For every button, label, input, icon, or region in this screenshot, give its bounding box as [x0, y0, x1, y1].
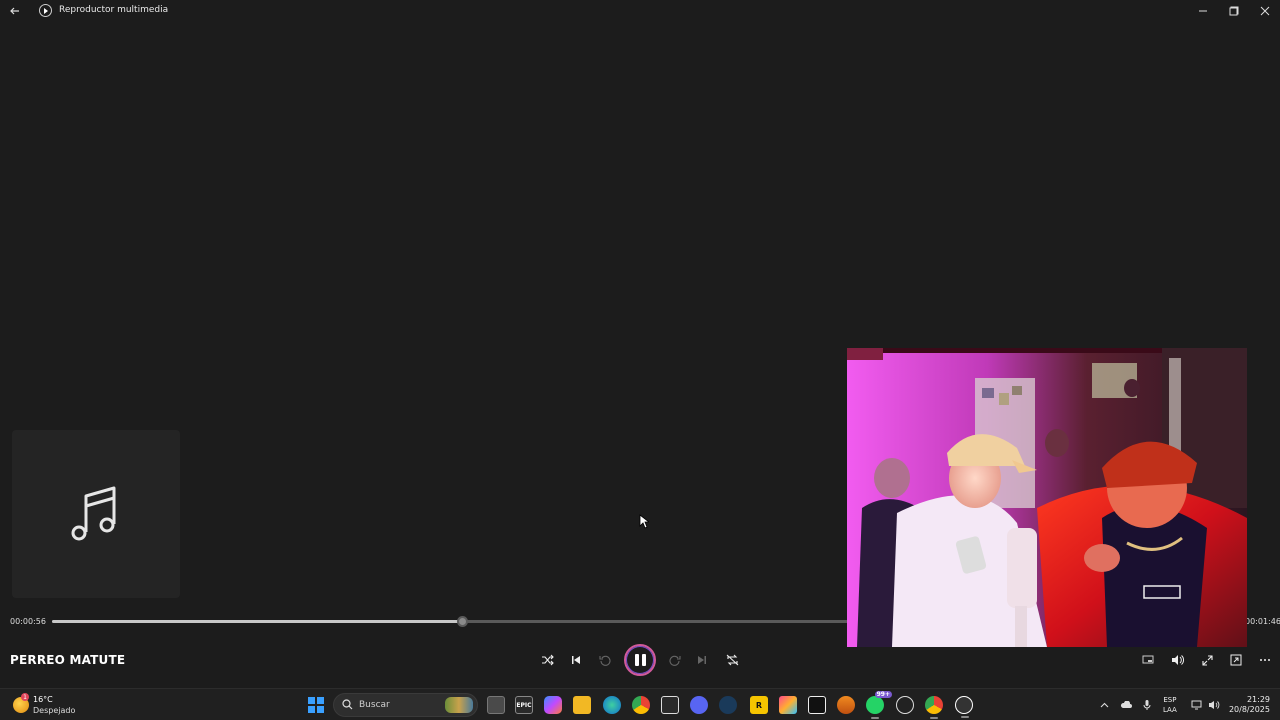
microsoft-store-icon[interactable]: [661, 696, 679, 714]
chevron-up-icon[interactable]: [1097, 698, 1111, 712]
task-view-icon[interactable]: [487, 696, 505, 714]
epic-games-icon[interactable]: EPIC: [515, 696, 533, 714]
photos-icon[interactable]: [779, 696, 797, 714]
taskbar-search[interactable]: Buscar: [333, 693, 478, 717]
volume-button[interactable]: [1167, 650, 1187, 670]
fl-studio-icon[interactable]: [837, 696, 855, 714]
clock-time: 21:29: [1246, 695, 1270, 704]
rewind-10-button[interactable]: [595, 650, 615, 670]
mouse-cursor-icon: [639, 514, 651, 533]
language-code: ESP: [1163, 696, 1177, 704]
weather-temperature: 16°C: [33, 695, 53, 704]
repeat-button[interactable]: [722, 650, 742, 670]
skip-next-icon: [698, 656, 706, 664]
expand-icon: [1201, 654, 1213, 666]
back-arrow-icon[interactable]: [9, 3, 23, 19]
window-title: Reproductor multimedia: [59, 5, 169, 15]
whatsapp-icon[interactable]: 99+: [866, 691, 892, 719]
minimize-button[interactable]: [1188, 0, 1218, 22]
maximize-button[interactable]: [1219, 0, 1249, 22]
weather-description: Despejado: [33, 706, 76, 715]
whatsapp-badge: 99+: [874, 691, 892, 698]
media-player-app-icon: [39, 4, 52, 17]
capcut-icon[interactable]: [808, 696, 826, 714]
keyboard-layout: LAA: [1163, 706, 1177, 714]
total-time: 00:01:46: [1245, 617, 1280, 626]
seek-bar-thumb[interactable]: [456, 616, 468, 627]
next-button[interactable]: [692, 650, 712, 670]
picture-in-picture-icon: [1230, 654, 1242, 666]
video-frame[interactable]: [847, 348, 1247, 647]
volume-icon: [1171, 655, 1184, 665]
discord-icon[interactable]: [690, 696, 708, 714]
album-art-placeholder: [12, 430, 180, 598]
previous-button[interactable]: [566, 650, 586, 670]
weather-badge: 1: [21, 693, 29, 701]
miniplayer-button[interactable]: [1138, 650, 1158, 670]
forward-30-icon: [668, 655, 681, 666]
miniplayer-icon: [1142, 655, 1154, 664]
chrome-profile-icon[interactable]: [925, 696, 943, 719]
search-highlight-image: [445, 697, 473, 713]
clock-date: 20/8/2025: [1228, 705, 1270, 714]
title-bar: Reproductor multimedia: [0, 0, 1280, 22]
system-clock[interactable]: 21:29 20/8/2025: [1222, 695, 1270, 715]
shuffle-icon: [541, 654, 554, 666]
rewind-10-icon: [598, 655, 611, 666]
more-dots-icon: [1260, 659, 1270, 661]
seek-bar-progress: [52, 620, 462, 623]
steam-icon[interactable]: [719, 696, 737, 714]
chrome-icon[interactable]: [632, 696, 650, 714]
language-indicator[interactable]: ESP LAA: [1163, 695, 1177, 715]
search-placeholder: Buscar: [359, 700, 390, 710]
onedrive-cloud-icon[interactable]: [1119, 698, 1133, 712]
pause-icon: [634, 654, 646, 666]
track-title: PERREO MATUTE: [10, 653, 126, 667]
file-explorer-icon[interactable]: [573, 696, 591, 714]
pause-button[interactable]: [624, 644, 656, 676]
microphone-icon[interactable]: [1140, 698, 1154, 712]
skip-previous-icon: [572, 656, 580, 664]
speaker-icon[interactable]: [1207, 698, 1221, 712]
windows-taskbar: 1 16°C Despejado Buscar EPIC R 99+ ESP L…: [0, 688, 1280, 720]
edge-icon[interactable]: [603, 696, 621, 714]
close-button[interactable]: [1250, 0, 1280, 22]
shuffle-button[interactable]: [537, 650, 557, 670]
more-options-button[interactable]: [1255, 650, 1275, 670]
fullscreen-button[interactable]: [1197, 650, 1217, 670]
rockstar-icon[interactable]: R: [750, 696, 768, 714]
music-note-icon: [71, 486, 116, 541]
media-player-taskbar-icon[interactable]: [955, 696, 973, 718]
video-image: [847, 348, 1247, 647]
openai-icon[interactable]: [896, 696, 914, 714]
current-time: 00:00:56: [10, 617, 46, 626]
search-icon: [342, 699, 353, 710]
repeat-off-icon: [726, 654, 738, 666]
compact-overlay-button[interactable]: [1226, 650, 1246, 670]
network-icon[interactable]: [1190, 698, 1204, 712]
start-button[interactable]: [308, 697, 324, 713]
forward-30-button[interactable]: [664, 650, 684, 670]
copilot-icon[interactable]: [544, 696, 562, 714]
media-player-window: Reproductor multimedia 00:00:56 00:01:46…: [0, 0, 1280, 688]
